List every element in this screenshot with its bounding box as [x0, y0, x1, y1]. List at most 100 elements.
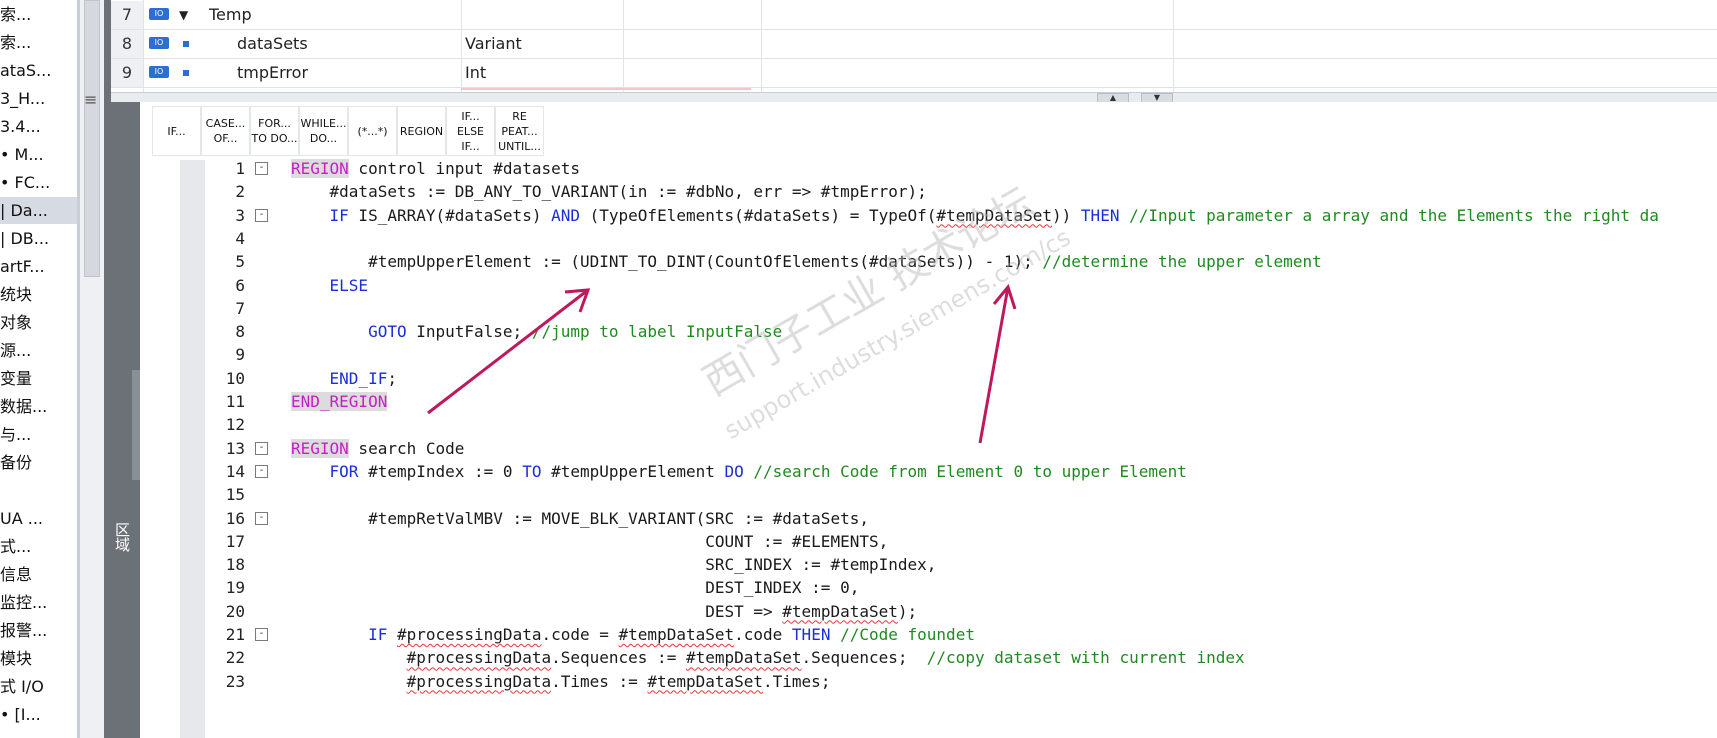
collapse-box-icon[interactable]: - — [255, 441, 268, 455]
menu-icon[interactable]: ≡ — [84, 90, 97, 109]
code-text: #tempRetValMBV := MOVE_BLK_VARIANT(SRC :… — [291, 508, 869, 528]
code-text: ELSE — [329, 275, 369, 295]
tree-item[interactable]: 3.4... — [0, 113, 78, 140]
code-text: DEST_INDEX := 0, — [291, 578, 860, 598]
tree-item[interactable]: 式... — [0, 533, 78, 560]
toolbar-button[interactable]: FOR... TO DO... — [250, 106, 299, 156]
row-number: 8 — [111, 30, 143, 58]
tree-item[interactable]: • FC... — [0, 169, 78, 196]
scl-editor: IF... CASE... OF... FOR... TO DO... WHILE..… — [140, 102, 1717, 738]
toolbar-button[interactable]: IF... — [152, 106, 201, 156]
tree-item[interactable]: artF... — [0, 253, 78, 280]
tree-scrollbar[interactable] — [80, 0, 105, 738]
code-text: FOR #tempIndex := 0 TO #tempUpperElement… — [329, 461, 1187, 481]
line-number: 8 — [235, 322, 245, 342]
toolbar-button[interactable]: IF... ELSE IF... — [446, 106, 495, 156]
line-number: 3 — [235, 205, 245, 225]
interface-row[interactable]: 8 IO dataSets Variant — [111, 30, 1717, 59]
tree-item[interactable]: 式 I/O — [0, 673, 78, 700]
toolbar-button[interactable]: REGION — [397, 106, 446, 156]
line-number: 4 — [235, 228, 245, 248]
variable-name[interactable]: Temp — [209, 1, 252, 29]
code-text: END_REGION — [291, 392, 388, 411]
tree-item[interactable]: 统块 — [0, 281, 78, 308]
tree-item[interactable]: 变量 — [0, 365, 78, 392]
line-number: 12 — [225, 415, 245, 435]
tree-item[interactable]: | DB... — [0, 225, 78, 252]
row-number: 9 — [111, 59, 143, 87]
tree-item[interactable] — [0, 477, 78, 504]
line-number: 23 — [225, 671, 245, 691]
tree-item[interactable]: 模块 — [0, 645, 78, 672]
code-area[interactable]: 1- REGION control input #datasets 2 #dataS… — [140, 156, 1717, 738]
side-panel-collapse[interactable] — [132, 370, 140, 480]
code-text: IF #processingData.code = #tempDataSet.c… — [368, 625, 975, 644]
code-text: GOTO InputFalse; //jump to label InputFa… — [368, 322, 783, 342]
line-number: 14 — [225, 461, 245, 481]
tree-item[interactable]: 数据... — [0, 393, 78, 420]
line-number: 19 — [225, 578, 245, 598]
tree-scrollbar-thumb[interactable] — [84, 0, 100, 277]
variable-type[interactable]: Int — [465, 59, 486, 87]
side-panel-label: 区域 — [113, 522, 131, 552]
tree-item[interactable]: | Da... — [0, 197, 78, 224]
code-text: REGION control input #datasets — [291, 159, 580, 178]
interface-grid: 7 IO ▼ Temp 8 IO dataSets Variant 9 IO tmpError Int — [111, 0, 1717, 92]
tree-item[interactable]: UA ... — [0, 505, 78, 532]
expand-triangle-icon[interactable]: ▼ — [179, 1, 188, 29]
collapse-box-icon[interactable]: - — [255, 511, 268, 525]
line-number: 18 — [225, 555, 245, 575]
tree-item[interactable]: 报警... — [0, 617, 78, 644]
code-text: #processingData.Sequences := #tempDataSe… — [406, 648, 1245, 668]
line-number: 16 — [225, 508, 245, 528]
tree-item[interactable]: 索... — [0, 29, 78, 56]
inout-icon: IO — [149, 8, 169, 20]
collapse-box-icon[interactable]: - — [255, 628, 268, 641]
code-text: COUNT := #ELEMENTS, — [291, 531, 889, 551]
tree-item[interactable]: 备份 — [0, 449, 78, 476]
line-number: 22 — [225, 648, 245, 668]
tree-item[interactable]: 信息 — [0, 561, 78, 588]
tree-item[interactable]: 源... — [0, 337, 78, 364]
code-text: END_IF; — [329, 368, 397, 388]
line-number: 15 — [225, 485, 245, 505]
line-number: 5 — [235, 252, 245, 272]
tree-item[interactable]: • M... — [0, 141, 78, 168]
variable-icon — [183, 41, 189, 47]
code-text: #dataSets := DB_ANY_TO_VARIANT(in := #db… — [291, 182, 927, 202]
inout-icon: IO — [149, 66, 169, 78]
tree-item[interactable]: 监控... — [0, 589, 78, 616]
instruction-toolbar: IF... CASE... OF... FOR... TO DO... WHILE..… — [152, 106, 544, 156]
code-text: REGION search Code — [291, 438, 465, 458]
variable-icon — [183, 70, 189, 76]
line-number: 9 — [235, 345, 245, 365]
variable-name[interactable]: dataSets — [237, 30, 308, 58]
toolbar-button[interactable]: RE PEAT... UNTIL... — [495, 106, 544, 156]
tree-item[interactable]: • [I... — [0, 701, 78, 728]
line-number: 21 — [225, 625, 245, 644]
tree-item[interactable]: 索... — [0, 1, 78, 28]
project-tree: 索... 索... ataS... 3_H... 3.4... • M... • FC...… — [0, 0, 80, 738]
tree-item[interactable]: 3_H... — [0, 85, 78, 112]
tree-item[interactable]: ataS... — [0, 57, 78, 84]
collapse-box-icon[interactable]: - — [255, 208, 268, 222]
interface-row[interactable]: 9 IO tmpError Int — [111, 59, 1717, 88]
tree-item[interactable]: 对象 — [0, 309, 78, 336]
collapse-box-icon[interactable]: - — [255, 464, 268, 478]
toolbar-button[interactable]: WHILE... DO... — [299, 106, 348, 156]
line-number: 2 — [235, 182, 245, 202]
line-number: 1 — [235, 159, 245, 178]
inout-icon: IO — [149, 37, 169, 49]
variable-name[interactable]: tmpError — [237, 59, 308, 87]
row-number: 7 — [111, 1, 143, 29]
line-number: 7 — [235, 298, 245, 318]
variable-type[interactable]: Variant — [465, 30, 522, 58]
toolbar-button[interactable]: (*...*) — [348, 106, 397, 156]
line-number: 6 — [235, 275, 245, 295]
tree-item[interactable]: 与... — [0, 421, 78, 448]
toolbar-button[interactable]: CASE... OF... — [201, 106, 250, 156]
collapse-box-icon[interactable]: - — [255, 162, 268, 175]
code-text: DEST => #tempDataSet); — [291, 601, 918, 621]
line-number: 13 — [225, 438, 245, 458]
interface-row[interactable]: 7 IO ▼ Temp — [111, 1, 1717, 30]
